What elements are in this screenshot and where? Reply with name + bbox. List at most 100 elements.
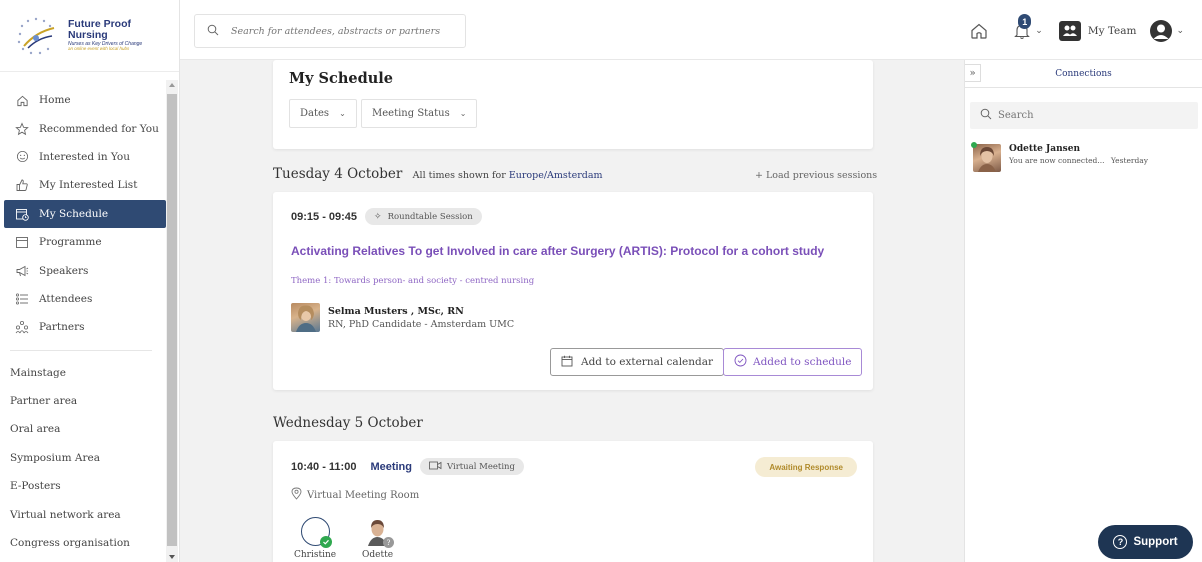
- connection-item[interactable]: Odette Jansen You are now connected... Y…: [971, 142, 1149, 172]
- sidebar-item-label: Attendees: [39, 292, 93, 305]
- sidebar-section-virtual-network-area[interactable]: Virtual network area: [0, 500, 166, 528]
- schedule-header-card: My Schedule Dates ⌄ Meeting Status ⌄: [273, 60, 873, 149]
- sidebar-item-label: My Schedule: [39, 207, 109, 220]
- roundtable-icon: ✧: [374, 211, 382, 222]
- sidebar-item-label: Speakers: [39, 264, 89, 277]
- connections-panel: » Connections Odette Jansen You are now …: [964, 60, 1202, 562]
- load-previous-sessions-link[interactable]: + Load previous sessions: [755, 170, 877, 181]
- home-icon: [14, 92, 30, 108]
- bell-icon[interactable]: 1: [1011, 14, 1033, 42]
- sidebar-item-partners[interactable]: Partners: [0, 313, 166, 341]
- add-to-external-calendar-button[interactable]: Add to external calendar: [550, 348, 725, 376]
- page-title: My Schedule: [289, 70, 394, 87]
- timezone-note: All times shown for Europe/Amsterdam: [413, 170, 603, 181]
- added-to-schedule-button[interactable]: Added to schedule: [723, 348, 863, 376]
- check-circle-icon: [734, 354, 747, 370]
- sidebar-item-interested-in-you[interactable]: Interested in You: [0, 143, 166, 171]
- scroll-down-arrow-icon[interactable]: [169, 555, 175, 559]
- session-title[interactable]: Activating Relatives To get Involved in …: [291, 244, 824, 258]
- sidebar-section-congress-organisation[interactable]: Congress organisation: [0, 529, 166, 557]
- logo[interactable]: Future Proof Nursing Nurses as Key Drive…: [0, 0, 179, 72]
- meeting-status-dropdown[interactable]: Meeting Status ⌄: [361, 99, 478, 128]
- sidebar-item-label: Home: [39, 94, 71, 107]
- sidebar-item-label: Partners: [39, 321, 85, 334]
- speaker-name: Selma Musters , MSc, RN: [328, 305, 464, 317]
- sidebar-section-oral-area[interactable]: Oral area: [0, 415, 166, 443]
- user-avatar-icon[interactable]: [1150, 20, 1173, 42]
- button-label: Add to external calendar: [581, 356, 714, 368]
- meeting-card: 10:40 - 11:00 Meeting Virtual Meeting Aw…: [273, 441, 873, 562]
- scrollbar-thumb[interactable]: [167, 94, 177, 546]
- sidebar-divider: [10, 349, 152, 351]
- connection-time: Yesterday: [1110, 156, 1149, 165]
- calendar-icon: [14, 234, 30, 250]
- session-theme: Theme 1: Towards person- and society - c…: [291, 276, 535, 286]
- chevron-down-icon: ⌄: [339, 109, 346, 118]
- home-icon[interactable]: [969, 21, 989, 41]
- partners-icon: [14, 319, 30, 335]
- sidebar-section-symposium-area[interactable]: Symposium Area: [0, 444, 166, 472]
- meeting-type-badge: Virtual Meeting: [420, 458, 524, 475]
- top-bar-actions: 1 ⌄ My Team ⌄: [969, 14, 1184, 48]
- global-search[interactable]: [194, 14, 466, 48]
- team-icon[interactable]: [1058, 21, 1081, 41]
- sidebar-section-e-posters[interactable]: E-Posters: [0, 472, 166, 500]
- my-team-link[interactable]: My Team: [1088, 25, 1137, 37]
- sidebar-item-programme[interactable]: Programme: [0, 228, 166, 256]
- sidebar-item-my-schedule[interactable]: My Schedule: [4, 199, 166, 228]
- sidebar-item-home[interactable]: Home: [0, 86, 166, 114]
- dates-dropdown[interactable]: Dates ⌄: [289, 99, 357, 128]
- timezone-link[interactable]: Europe/Amsterdam: [509, 170, 603, 181]
- session-type-label: Roundtable Session: [387, 211, 473, 222]
- star-icon: [14, 121, 30, 137]
- collapse-panel-icon[interactable]: »: [965, 64, 981, 82]
- question-circle-icon: ?: [1113, 535, 1128, 549]
- sidebar-item-label: My Interested List: [39, 179, 138, 192]
- sidebar-item-attendees[interactable]: Attendees: [0, 285, 166, 313]
- sidebar-item-recommended[interactable]: Recommended for You: [0, 114, 166, 142]
- sidebar-section-partner-area[interactable]: Partner area: [0, 387, 166, 415]
- list-icon: [14, 291, 30, 307]
- pending-question-icon: ?: [383, 537, 395, 548]
- session-type-badge: ✧ Roundtable Session: [365, 208, 482, 225]
- search-input[interactable]: [231, 25, 451, 37]
- sidebar-item-interested-list[interactable]: My Interested List: [0, 171, 166, 199]
- day-heading: Tuesday 4 October All times shown for Eu…: [273, 166, 603, 182]
- speaker-role: RN, PhD Candidate - Amsterdam UMC: [328, 318, 515, 330]
- logo-title: Future Proof Nursing: [68, 17, 131, 42]
- speaker-avatar: [291, 303, 320, 332]
- megaphone-icon: [14, 263, 30, 279]
- speaker[interactable]: Selma Musters , MSc, RN RN, PhD Candidat…: [291, 303, 514, 332]
- attendee-name: Odette: [362, 550, 394, 560]
- connection-name: Odette Jansen: [1009, 144, 1081, 154]
- support-button[interactable]: ? Support: [1098, 525, 1193, 559]
- chevron-down-icon[interactable]: ⌄: [1176, 26, 1184, 36]
- attendee[interactable]: Christine: [294, 517, 336, 560]
- online-status-dot: [971, 142, 977, 148]
- sidebar-item-speakers[interactable]: Speakers: [0, 256, 166, 284]
- avatar: ?: [363, 517, 395, 548]
- chevron-down-icon[interactable]: ⌄: [1035, 26, 1043, 36]
- calendar-clock-icon: [14, 206, 30, 222]
- sidebar: Future Proof Nursing Nurses as Key Drive…: [0, 0, 180, 562]
- sidebar-item-label: Programme: [39, 236, 102, 249]
- sidebar-scrollbar[interactable]: [166, 80, 178, 562]
- search-icon: [207, 24, 219, 39]
- support-label: Support: [1133, 536, 1178, 548]
- attendee[interactable]: ? Odette: [362, 517, 395, 560]
- sidebar-section-mainstage[interactable]: Mainstage: [0, 359, 166, 387]
- location-pin-icon: [291, 487, 302, 503]
- main-content: My Schedule Dates ⌄ Meeting Status ⌄ Tuesd…: [180, 60, 964, 562]
- scroll-up-arrow-icon[interactable]: [169, 83, 175, 87]
- panel-title: Connections: [1055, 68, 1112, 79]
- connections-search[interactable]: [970, 102, 1198, 129]
- connections-search-input[interactable]: [998, 110, 1178, 121]
- meeting-label: Meeting: [370, 460, 412, 473]
- dropdown-label: Dates: [300, 108, 330, 119]
- day-heading-text: Tuesday 4 October: [273, 166, 403, 182]
- connection-message-text: You are now connected...: [1009, 156, 1105, 165]
- connections-header: » Connections: [965, 60, 1202, 88]
- avatar: [971, 142, 1001, 172]
- notification-badge: 1: [1018, 14, 1032, 29]
- sidebar-nav: Home Recommended for You Interested in Y…: [0, 86, 166, 557]
